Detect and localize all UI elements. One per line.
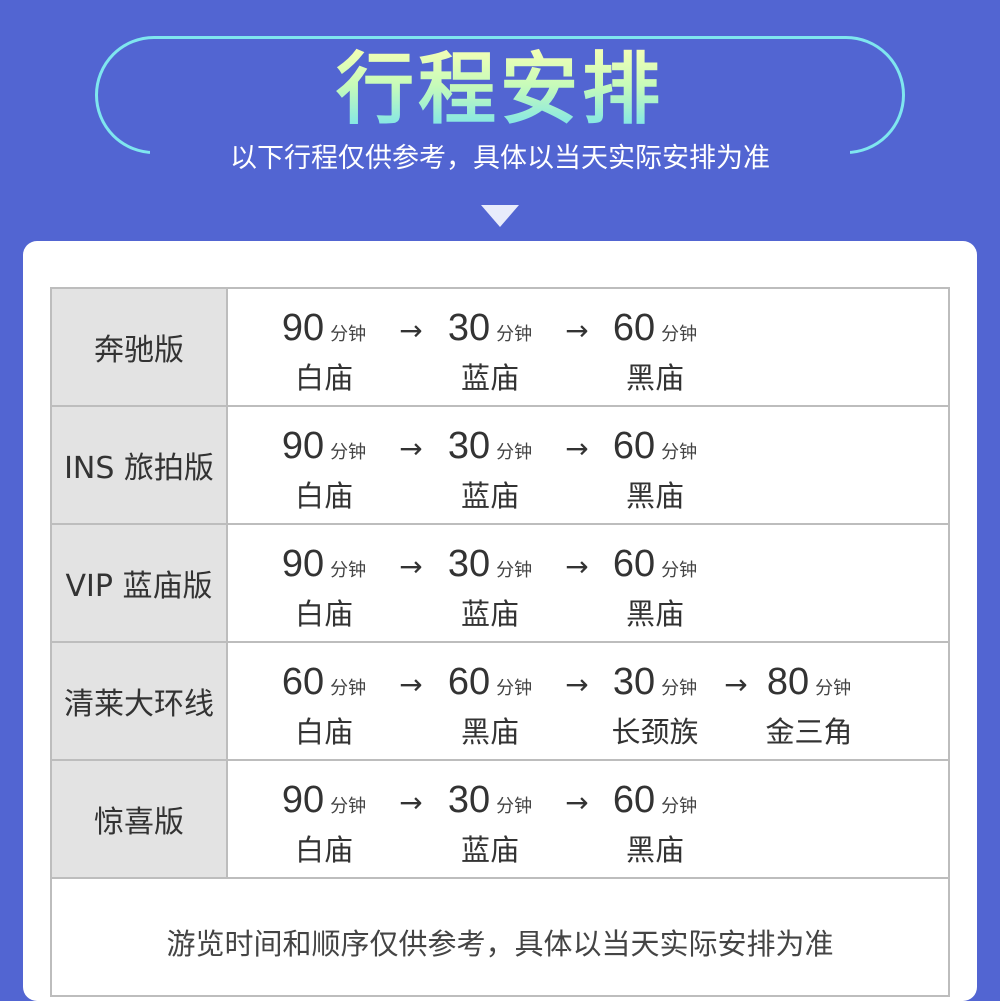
itinerary-step: 80 分钟 金三角	[734, 659, 884, 752]
duration-unit: 分钟	[496, 678, 533, 699]
duration-value: 90	[281, 307, 325, 349]
step-place: 蓝庙	[460, 361, 519, 395]
duration-value: 30	[447, 543, 491, 585]
duration-unit: 分钟	[496, 796, 533, 817]
step-duration: 60 分钟	[249, 659, 399, 712]
itinerary-step: 60 分钟 黑庙	[580, 541, 730, 634]
itinerary-step: 30 分钟 蓝庙	[415, 777, 565, 870]
duration-unit: 分钟	[330, 796, 367, 817]
duration-unit: 分钟	[496, 442, 533, 463]
step-place: 蓝庙	[460, 479, 519, 513]
row-label: VIP 蓝庙版	[52, 525, 228, 641]
duration-value: 90	[281, 779, 325, 821]
itinerary-row: 清莱大环线 60 分钟 白庙 → 60 分钟 黑庙 → 30 分钟 长颈族 → 80 分钟 金三角	[52, 643, 948, 761]
step-duration: 30 分钟	[415, 423, 565, 476]
step-place: 金三角	[765, 715, 853, 749]
itinerary-step: 60 分钟 黑庙	[580, 305, 730, 398]
itinerary-step: 90 分钟 白庙	[249, 777, 399, 870]
duration-unit: 分钟	[661, 324, 698, 345]
step-duration: 60 分钟	[580, 541, 730, 594]
duration-unit: 分钟	[661, 678, 698, 699]
step-duration: 30 分钟	[415, 777, 565, 830]
step-place: 白庙	[294, 361, 353, 395]
step-duration: 30 分钟	[580, 659, 730, 712]
itinerary-table: 游览时间和顺序仅供参考，具体以当天实际安排为准 奔驰版 90 分钟 白庙 → 30 分钟 蓝庙…	[50, 287, 950, 997]
itinerary-step: 30 分钟 蓝庙	[415, 423, 565, 516]
subtitle-band: 以下行程仅供参考，具体以当天实际安排为准	[150, 138, 850, 180]
step-duration: 80 分钟	[734, 659, 884, 712]
itinerary-step: 90 分钟 白庙	[249, 305, 399, 398]
duration-unit: 分钟	[330, 560, 367, 581]
itinerary-step: 30 分钟 蓝庙	[415, 305, 565, 398]
step-duration: 90 分钟	[249, 541, 399, 594]
down-triangle-icon	[481, 205, 519, 227]
duration-value: 60	[612, 425, 656, 467]
row-label: 清莱大环线	[52, 643, 228, 759]
step-duration: 60 分钟	[580, 305, 730, 358]
step-place: 长颈族	[611, 715, 699, 749]
itinerary-step: 60 分钟 黑庙	[580, 423, 730, 516]
itinerary-row: 奔驰版 90 分钟 白庙 → 30 分钟 蓝庙 → 60 分钟 黑庙	[52, 289, 948, 407]
footer-note: 游览时间和顺序仅供参考，具体以当天实际安排为准	[166, 927, 834, 961]
itinerary-step: 30 分钟 长颈族	[580, 659, 730, 752]
duration-value: 30	[447, 307, 491, 349]
step-place: 黑庙	[625, 597, 684, 631]
duration-unit: 分钟	[330, 324, 367, 345]
step-place: 蓝庙	[460, 597, 519, 631]
step-duration: 30 分钟	[415, 305, 565, 358]
duration-value: 60	[612, 307, 656, 349]
step-duration: 60 分钟	[580, 777, 730, 830]
duration-unit: 分钟	[330, 678, 367, 699]
duration-unit: 分钟	[496, 560, 533, 581]
duration-unit: 分钟	[661, 560, 698, 581]
duration-value: 30	[447, 779, 491, 821]
duration-unit: 分钟	[496, 324, 533, 345]
row-label: 惊喜版	[52, 761, 228, 877]
page-subtitle: 以下行程仅供参考，具体以当天实际安排为准	[230, 143, 770, 174]
step-place: 白庙	[294, 479, 353, 513]
step-duration: 60 分钟	[415, 659, 565, 712]
step-place: 黑庙	[625, 479, 684, 513]
step-duration: 90 分钟	[249, 305, 399, 358]
itinerary-step: 60 分钟 白庙	[249, 659, 399, 752]
duration-value: 60	[612, 779, 656, 821]
duration-value: 60	[447, 661, 491, 703]
itinerary-step: 90 分钟 白庙	[249, 541, 399, 634]
step-duration: 60 分钟	[580, 423, 730, 476]
itinerary-row: 惊喜版 90 分钟 白庙 → 30 分钟 蓝庙 → 60 分钟 黑庙	[52, 761, 948, 879]
duration-unit: 分钟	[815, 678, 852, 699]
step-duration: 90 分钟	[249, 777, 399, 830]
duration-value: 60	[612, 543, 656, 585]
step-place: 蓝庙	[460, 833, 519, 867]
itinerary-row: VIP 蓝庙版 90 分钟 白庙 → 30 分钟 蓝庙 → 60 分钟 黑庙	[52, 525, 948, 643]
itinerary-step: 30 分钟 蓝庙	[415, 541, 565, 634]
duration-value: 90	[281, 543, 325, 585]
duration-unit: 分钟	[330, 442, 367, 463]
step-place: 黑庙	[625, 833, 684, 867]
duration-value: 80	[766, 661, 810, 703]
row-label: INS 旅拍版	[52, 407, 228, 523]
itinerary-step: 60 分钟 黑庙	[415, 659, 565, 752]
step-duration: 30 分钟	[415, 541, 565, 594]
step-duration: 90 分钟	[249, 423, 399, 476]
step-place: 白庙	[294, 715, 353, 749]
duration-value: 60	[281, 661, 325, 703]
step-place: 黑庙	[460, 715, 519, 749]
duration-value: 30	[612, 661, 656, 703]
itinerary-step: 90 分钟 白庙	[249, 423, 399, 516]
duration-value: 30	[447, 425, 491, 467]
step-place: 白庙	[294, 833, 353, 867]
duration-unit: 分钟	[661, 442, 698, 463]
step-place: 白庙	[294, 597, 353, 631]
duration-value: 90	[281, 425, 325, 467]
duration-unit: 分钟	[661, 796, 698, 817]
page-header: 行程安排 以下行程仅供参考，具体以当天实际安排为准	[0, 0, 1000, 240]
itinerary-step: 60 分钟 黑庙	[580, 777, 730, 870]
row-label: 奔驰版	[52, 289, 228, 405]
page-title: 行程安排	[0, 42, 1000, 138]
step-place: 黑庙	[625, 361, 684, 395]
itinerary-row: INS 旅拍版 90 分钟 白庙 → 30 分钟 蓝庙 → 60 分钟 黑庙	[52, 407, 948, 525]
